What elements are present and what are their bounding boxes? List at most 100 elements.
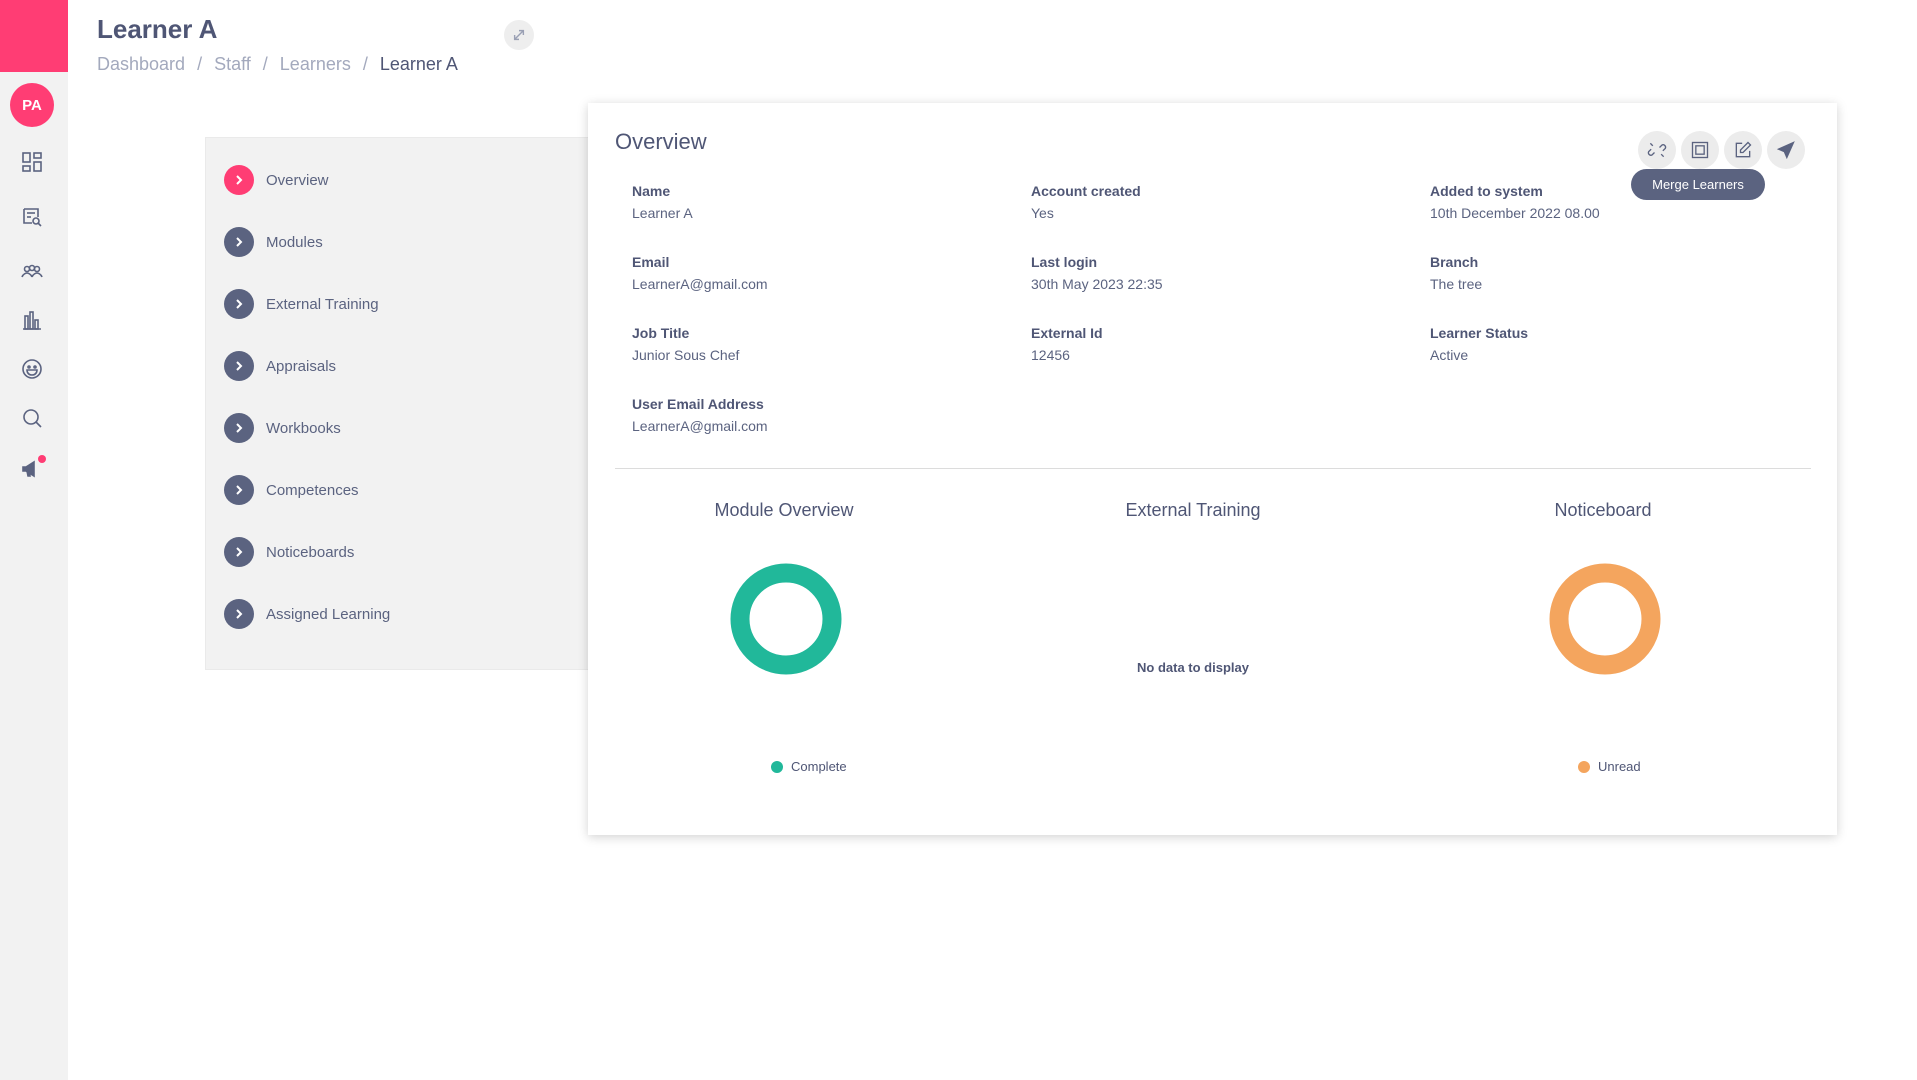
field-label: External Id bbox=[1031, 325, 1103, 341]
legend-label: Unread bbox=[1598, 759, 1641, 774]
no-data-message: No data to display bbox=[1137, 660, 1249, 675]
field-value: Active bbox=[1430, 347, 1469, 363]
chevron-right-icon bbox=[224, 537, 254, 567]
field-external-id: External Id 12456 bbox=[1031, 325, 1103, 363]
menu-item-noticeboards[interactable]: Noticeboards bbox=[224, 537, 354, 567]
page-title: Learner A bbox=[97, 14, 218, 44]
field-label: Last login bbox=[1031, 254, 1098, 270]
field-label: User Email Address bbox=[632, 396, 764, 412]
field-value: The tree bbox=[1430, 276, 1483, 292]
breadcrumb-separator: / bbox=[197, 54, 203, 74]
expand-icon[interactable] bbox=[504, 20, 534, 50]
field-email: Email LearnerA@gmail.com bbox=[632, 254, 768, 292]
frame-icon bbox=[1690, 140, 1710, 160]
field-value: 30th May 2023 22:35 bbox=[1031, 276, 1163, 292]
avatar[interactable]: PA bbox=[10, 83, 54, 127]
overview-title: Overview bbox=[615, 129, 707, 154]
menu-item-label: External Training bbox=[266, 295, 379, 313]
chevron-right-icon bbox=[224, 413, 254, 443]
legend-swatch bbox=[771, 760, 783, 773]
field-value: LearnerA@gmail.com bbox=[632, 276, 768, 292]
search-document-icon[interactable] bbox=[18, 203, 46, 231]
legend-swatch bbox=[1578, 760, 1590, 773]
left-rail: PA bbox=[0, 0, 68, 1080]
smiley-icon[interactable] bbox=[18, 355, 46, 383]
section-divider bbox=[615, 468, 1811, 469]
donut-slice-complete bbox=[730, 563, 842, 675]
menu-item-label: Assigned Learning bbox=[266, 605, 391, 623]
breadcrumb-learners[interactable]: Learners bbox=[280, 54, 351, 75]
field-value: LearnerA@gmail.com bbox=[632, 418, 768, 434]
frame-button[interactable] bbox=[1681, 131, 1719, 169]
noticeboard-legend[interactable]: Unread bbox=[1578, 759, 1641, 774]
edit-button[interactable] bbox=[1724, 131, 1762, 169]
module-overview-legend[interactable]: Complete bbox=[771, 759, 847, 774]
module-overview-donut bbox=[730, 563, 842, 675]
external-training-title: External Training bbox=[1125, 500, 1261, 520]
field-label: Added to system bbox=[1430, 183, 1543, 199]
field-last-login: Last login 30th May 2023 22:35 bbox=[1031, 254, 1163, 292]
field-label: Learner Status bbox=[1430, 325, 1529, 341]
megaphone-icon[interactable] bbox=[18, 455, 46, 483]
chevron-right-icon bbox=[224, 351, 254, 381]
breadcrumb-separator: / bbox=[362, 54, 368, 74]
field-value: Learner A bbox=[632, 205, 693, 221]
menu-item-assigned-learning[interactable]: Assigned Learning bbox=[224, 599, 390, 629]
menu-item-label: Workbooks bbox=[266, 419, 341, 437]
field-user-email: User Email Address LearnerA@gmail.com bbox=[632, 396, 768, 434]
breadcrumb: Dashboard / Staff / Learners / Learner A bbox=[97, 54, 458, 75]
send-icon bbox=[1776, 140, 1796, 160]
edit-icon bbox=[1733, 140, 1753, 160]
chevron-right-icon bbox=[224, 599, 254, 629]
merge-learners-button[interactable] bbox=[1638, 131, 1676, 169]
menu-item-workbooks[interactable]: Workbooks bbox=[224, 413, 341, 443]
donut-slice-unread bbox=[1549, 563, 1661, 675]
field-value: Yes bbox=[1031, 205, 1054, 221]
field-job-title: Job Title Junior Sous Chef bbox=[632, 325, 739, 363]
field-value: Junior Sous Chef bbox=[632, 347, 740, 363]
noticeboard-donut bbox=[1549, 563, 1661, 675]
menu-item-external-training[interactable]: External Training bbox=[224, 289, 379, 319]
noticeboard-title: Noticeboard bbox=[1554, 500, 1652, 520]
merge-learners-tooltip: Merge Learners bbox=[1631, 169, 1765, 200]
merge-icon bbox=[1647, 140, 1667, 160]
brand-logo[interactable] bbox=[0, 0, 68, 72]
field-label: Account created bbox=[1031, 183, 1141, 199]
breadcrumb-dashboard[interactable]: Dashboard bbox=[97, 54, 185, 75]
field-name: Name Learner A bbox=[632, 183, 693, 221]
menu-item-label: Appraisals bbox=[266, 357, 337, 375]
field-added-to-system: Added to system 10th December 2022 08.00 bbox=[1430, 183, 1600, 221]
search-icon[interactable] bbox=[18, 404, 46, 432]
legend-label: Complete bbox=[791, 759, 847, 774]
field-learner-status: Learner Status Active bbox=[1430, 325, 1528, 363]
menu-item-overview[interactable]: Overview bbox=[224, 165, 329, 195]
notification-dot bbox=[38, 455, 46, 463]
overview-card: Overview Merge Learners Name Learner A E… bbox=[588, 103, 1837, 835]
send-button[interactable] bbox=[1767, 131, 1805, 169]
users-icon[interactable] bbox=[18, 258, 46, 286]
bar-chart-icon[interactable] bbox=[18, 306, 46, 334]
field-value: 12456 bbox=[1031, 347, 1070, 363]
menu-item-label: Modules bbox=[266, 233, 323, 251]
menu-item-label: Competences bbox=[266, 481, 359, 499]
dashboard-icon[interactable] bbox=[18, 148, 46, 176]
module-overview-title: Module Overview bbox=[714, 500, 854, 520]
menu-item-modules[interactable]: Modules bbox=[224, 227, 323, 257]
field-label: Job Title bbox=[632, 325, 690, 341]
menu-item-appraisals[interactable]: Appraisals bbox=[224, 351, 336, 381]
chevron-right-icon bbox=[224, 227, 254, 257]
chevron-right-icon bbox=[224, 475, 254, 505]
breadcrumb-staff[interactable]: Staff bbox=[214, 54, 251, 75]
breadcrumb-current: Learner A bbox=[379, 54, 458, 74]
field-label: Email bbox=[632, 254, 670, 270]
field-value: 10th December 2022 08.00 bbox=[1430, 205, 1600, 221]
menu-item-label: Noticeboards bbox=[266, 543, 355, 561]
chevron-right-icon bbox=[224, 289, 254, 319]
menu-item-competences[interactable]: Competences bbox=[224, 475, 359, 505]
breadcrumb-separator: / bbox=[262, 54, 268, 74]
field-account-created: Account created Yes bbox=[1031, 183, 1141, 221]
field-branch: Branch The tree bbox=[1430, 254, 1482, 292]
learner-side-menu: Overview Modules External Training Appra… bbox=[205, 137, 590, 670]
field-label: Name bbox=[632, 183, 671, 199]
menu-item-label: Overview bbox=[266, 171, 329, 189]
